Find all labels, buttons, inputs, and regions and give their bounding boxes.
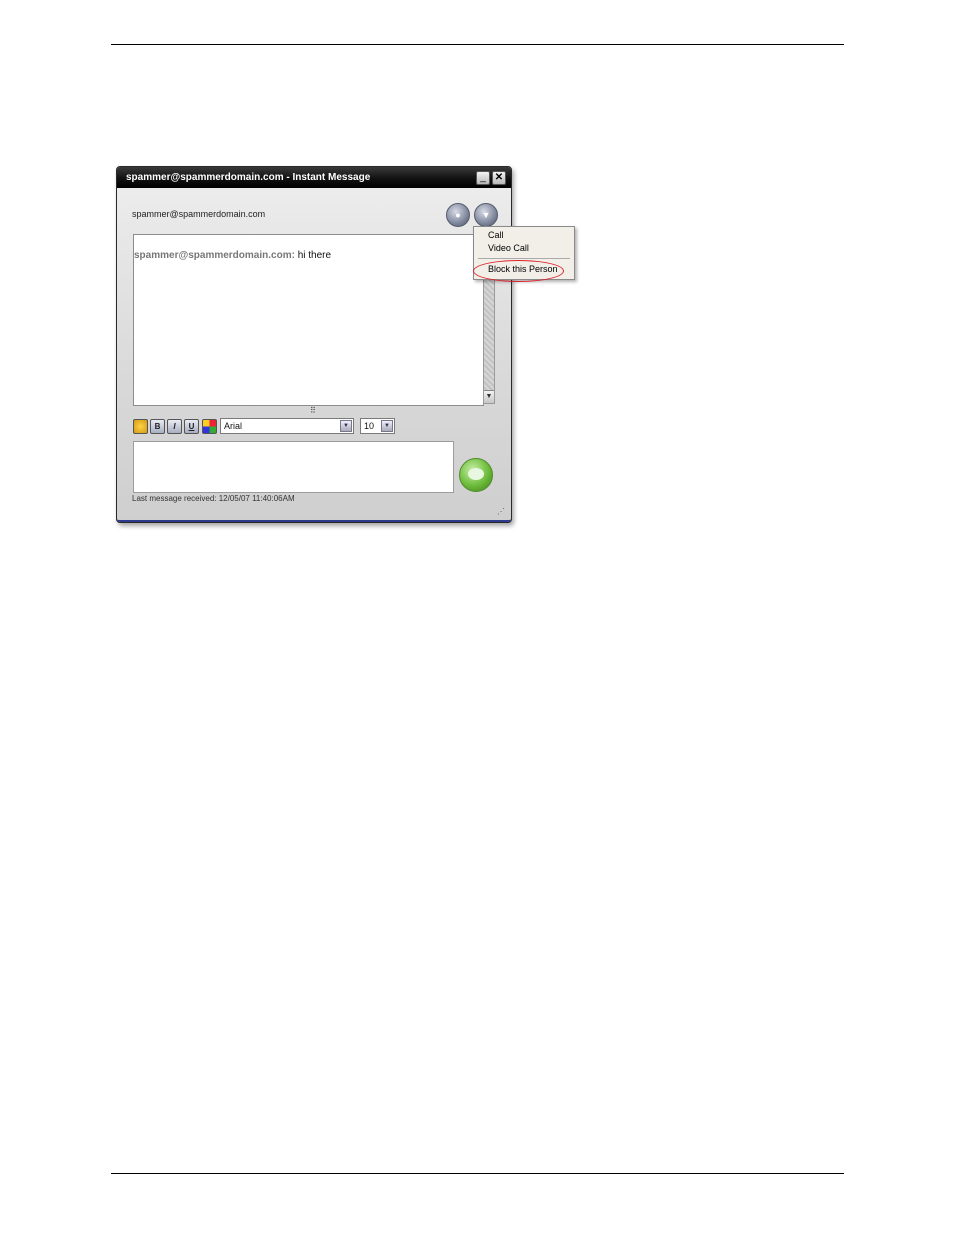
close-button[interactable]: ✕ <box>492 171 506 185</box>
contact-name: spammer@spammerdomain.com <box>132 209 266 219</box>
font-size-select[interactable]: 10 ▼ <box>360 418 395 434</box>
chevron-down-icon[interactable]: ▼ <box>340 420 352 432</box>
italic-button[interactable]: I <box>167 419 182 434</box>
underline-button[interactable]: U <box>184 419 199 434</box>
chevron-down-icon[interactable]: ▼ <box>381 420 393 432</box>
text-color-button[interactable] <box>202 419 217 434</box>
menu-item-video-call[interactable]: Video Call <box>488 243 529 253</box>
font-select[interactable]: Arial ▼ <box>220 418 354 434</box>
bold-button[interactable]: B <box>150 419 165 434</box>
window-title: spammer@spammerdomain.com - Instant Mess… <box>126 172 371 183</box>
highlight-annotation <box>473 260 564 282</box>
instant-message-window: spammer@spammerdomain.com - Instant Mess… <box>116 166 512 523</box>
actions-popup-menu: Call Video Call Block this Person <box>473 226 575 282</box>
chat-text: hi there <box>294 250 332 261</box>
window-titlebar[interactable]: spammer@spammerdomain.com - Instant Mess… <box>117 167 511 188</box>
menu-separator <box>478 258 570 259</box>
send-button[interactable] <box>459 458 493 492</box>
chat-sender: spammer@spammerdomain.com: <box>134 250 295 261</box>
emoticon-button[interactable] <box>133 419 148 434</box>
chat-history[interactable]: spammer@spammerdomain.com: hi there <box>133 234 484 406</box>
page-bottom-rule <box>111 1173 844 1174</box>
scroll-down-button[interactable]: ▼ <box>484 390 494 403</box>
font-select-value: Arial <box>224 421 243 431</box>
contact-icon: ● <box>455 210 461 220</box>
chat-message: spammer@spammerdomain.com: hi there <box>134 250 331 261</box>
page-top-rule <box>111 44 844 45</box>
font-size-value: 10 <box>364 421 375 431</box>
actions-menu-button[interactable]: ▼ <box>474 203 498 227</box>
resize-grip-icon[interactable]: ⋰ <box>497 507 505 516</box>
resize-splitter[interactable]: ⠿ <box>310 406 316 415</box>
speech-bubble-icon <box>468 468 484 480</box>
menu-item-call[interactable]: Call <box>488 230 504 240</box>
chevron-down-icon: ▼ <box>481 210 491 220</box>
minimize-button[interactable]: _ <box>476 171 490 185</box>
contact-button[interactable]: ● <box>446 203 470 227</box>
message-input[interactable] <box>133 441 454 493</box>
last-message-status: Last message received: 12/05/07 11:40:06… <box>132 494 295 503</box>
